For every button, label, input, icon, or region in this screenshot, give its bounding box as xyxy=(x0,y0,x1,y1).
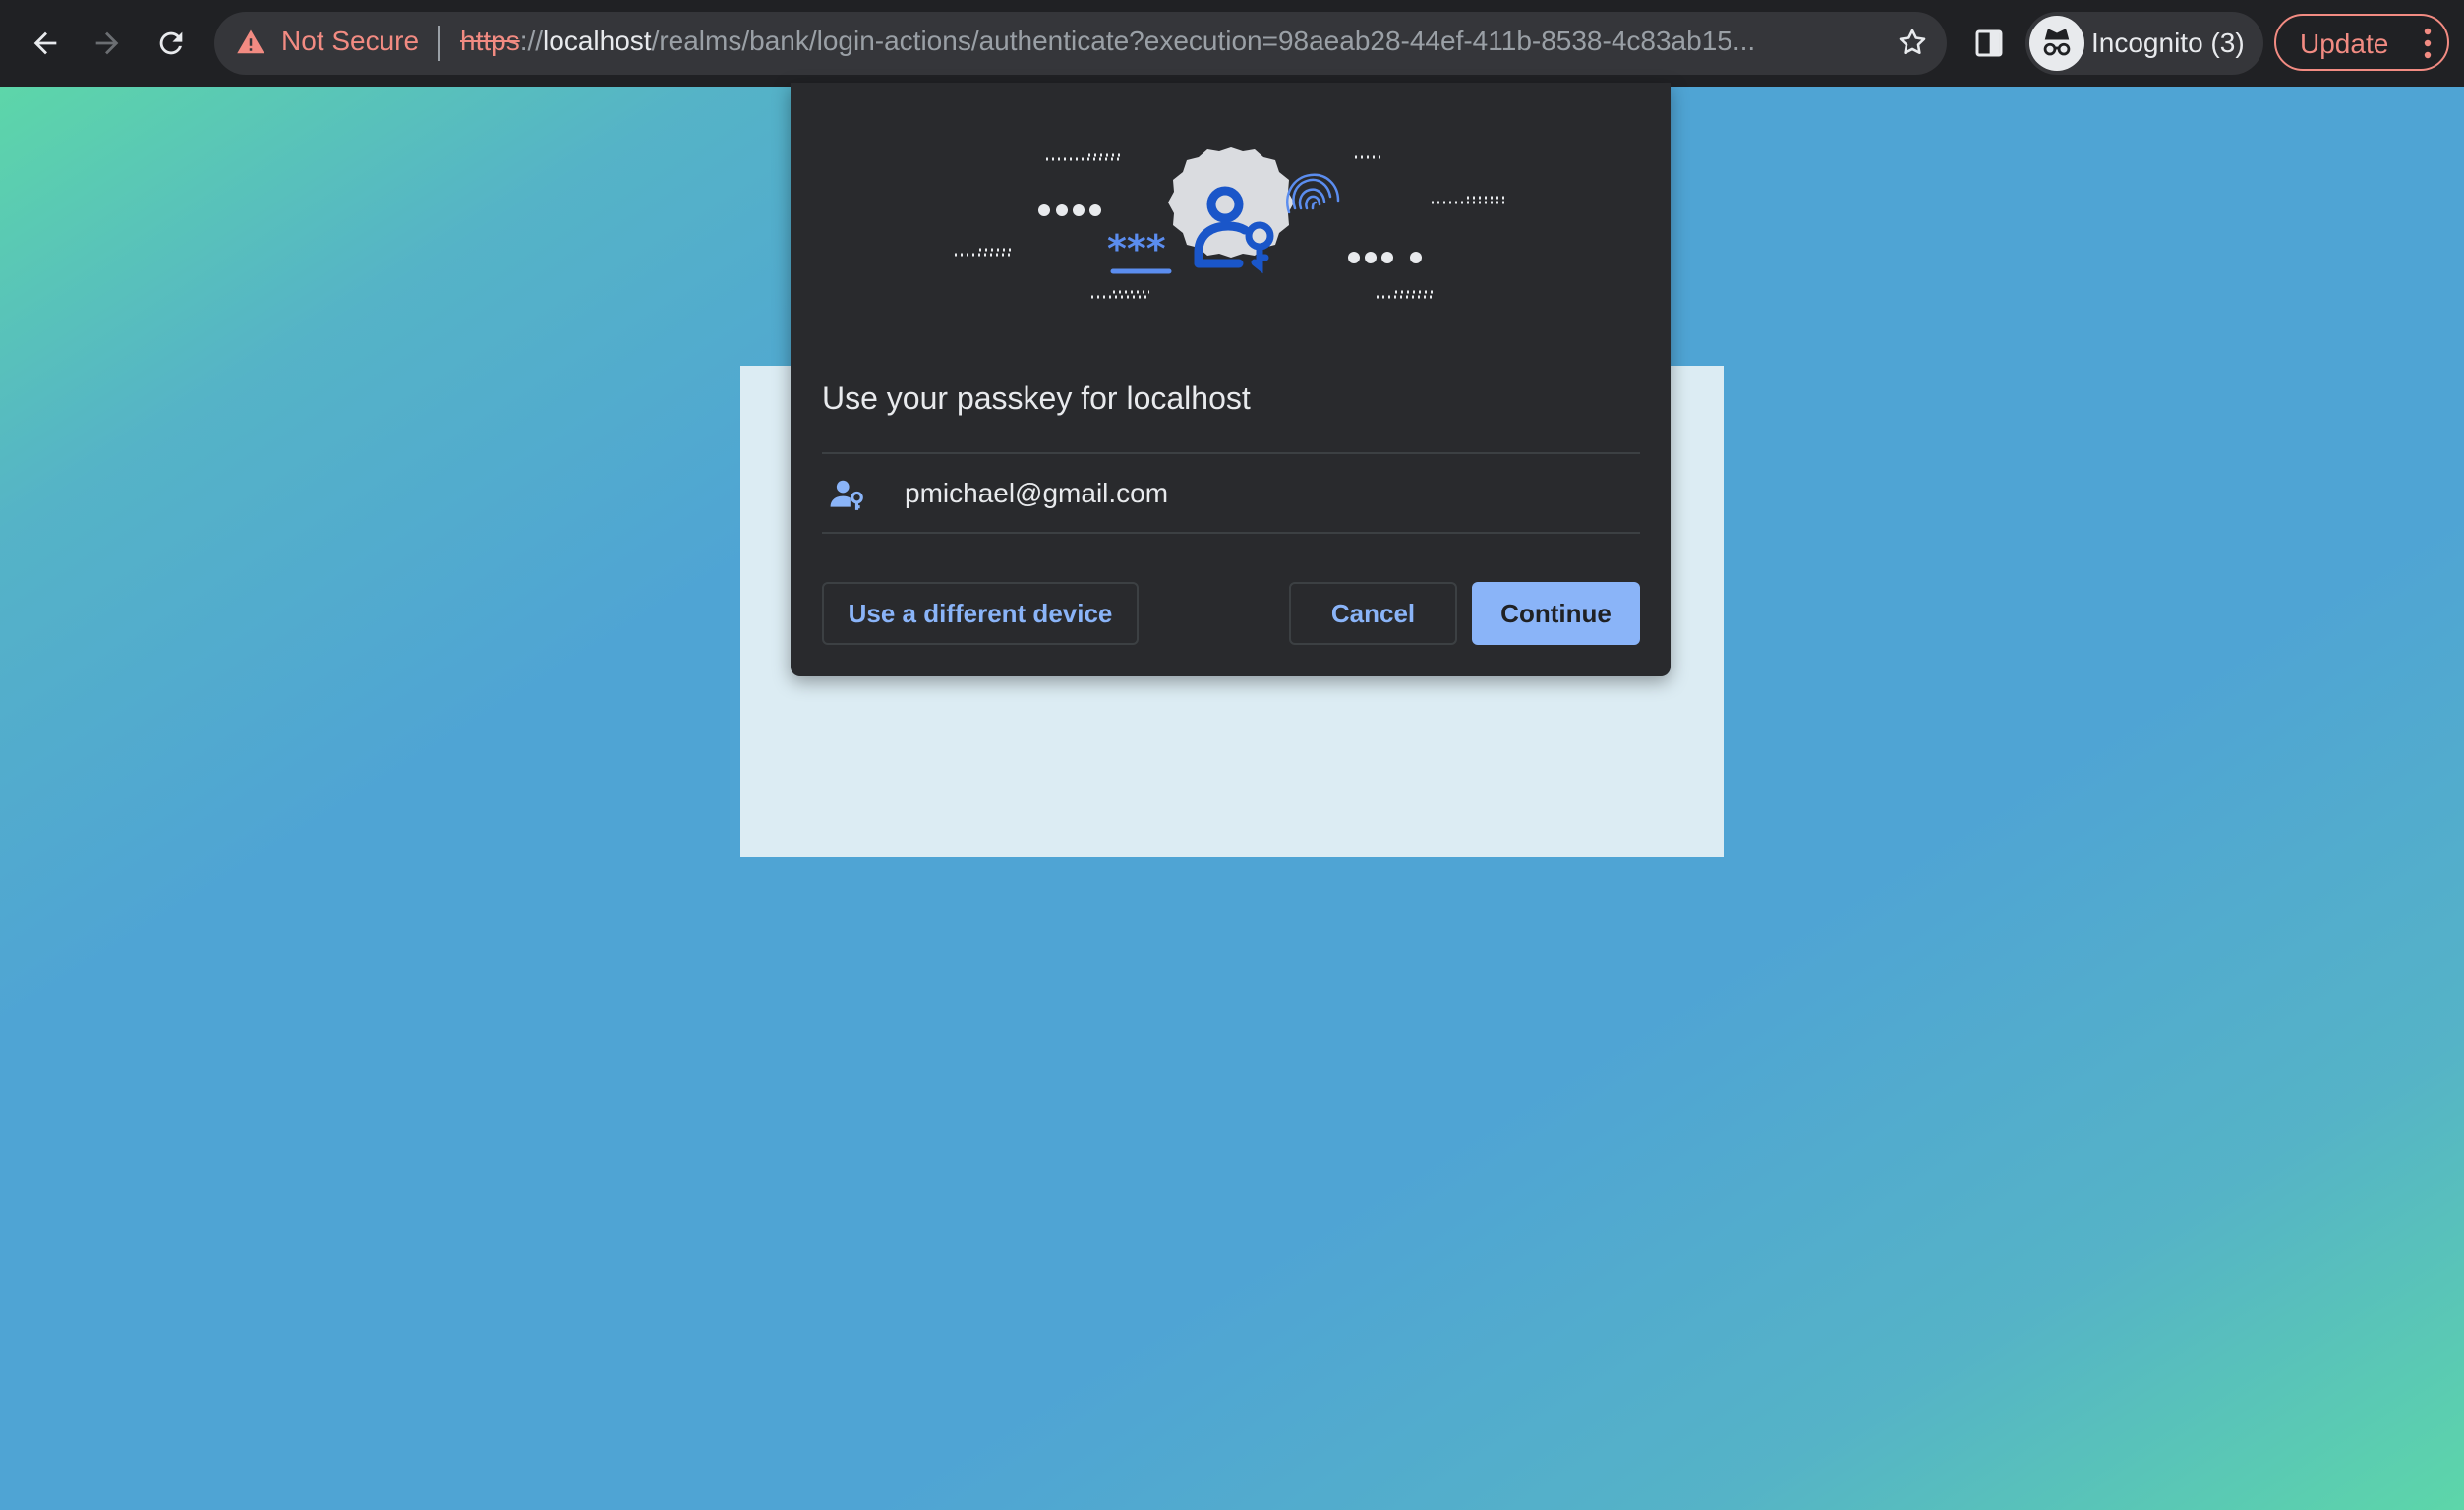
continue-button[interactable]: Continue xyxy=(1472,582,1640,645)
back-button[interactable] xyxy=(14,12,77,75)
profile-button[interactable]: Incognito (3) xyxy=(2025,12,2263,75)
star-icon[interactable] xyxy=(1896,26,1929,59)
passkey-dialog: *** Use your passkey for localhost pmich… xyxy=(791,83,1671,676)
side-panel-button[interactable] xyxy=(1958,12,2021,75)
url-path: /realms/bank/login-actions/authenticate?… xyxy=(651,26,1756,56)
dialog-title: Use your passkey for localhost xyxy=(822,380,1251,416)
account-email: pmichael@gmail.com xyxy=(905,478,1169,508)
back-arrow-icon xyxy=(33,31,57,55)
security-status-label[interactable]: Not Secure xyxy=(281,26,419,57)
url-text[interactable]: https://localhost/realms/bank/login-acti… xyxy=(460,26,1888,57)
forward-arrow-icon xyxy=(95,31,119,55)
cancel-button[interactable]: Cancel xyxy=(1289,582,1457,645)
reload-button[interactable] xyxy=(140,12,203,75)
address-bar[interactable]: Not Secure https://localhost/realms/bank… xyxy=(214,12,1947,75)
incognito-icon xyxy=(2029,16,2084,71)
account-row[interactable]: pmichael@gmail.com xyxy=(822,454,1640,533)
passkey-illustration: *** xyxy=(955,147,1508,299)
divider xyxy=(822,532,1640,534)
profile-label: Incognito (3) xyxy=(2091,28,2245,58)
use-different-device-button[interactable]: Use a different device xyxy=(822,582,1139,645)
kebab-menu-icon xyxy=(2424,28,2432,59)
reload-icon xyxy=(159,31,183,55)
forward-button[interactable] xyxy=(76,12,139,75)
update-button[interactable]: Update xyxy=(2274,14,2449,71)
svg-text:***: *** xyxy=(1107,227,1166,270)
passkey-icon xyxy=(1168,147,1294,274)
url-scheme: https xyxy=(460,26,520,56)
url-separator: :// xyxy=(519,26,544,56)
warning-icon xyxy=(237,29,264,54)
browser-toolbar: Not Secure https://localhost/realms/bank… xyxy=(0,0,2464,87)
update-label: Update xyxy=(2300,29,2389,59)
url-host: localhost xyxy=(543,26,652,56)
person-key-icon xyxy=(830,480,863,510)
address-divider xyxy=(438,26,440,61)
side-panel-icon xyxy=(1975,29,2003,57)
